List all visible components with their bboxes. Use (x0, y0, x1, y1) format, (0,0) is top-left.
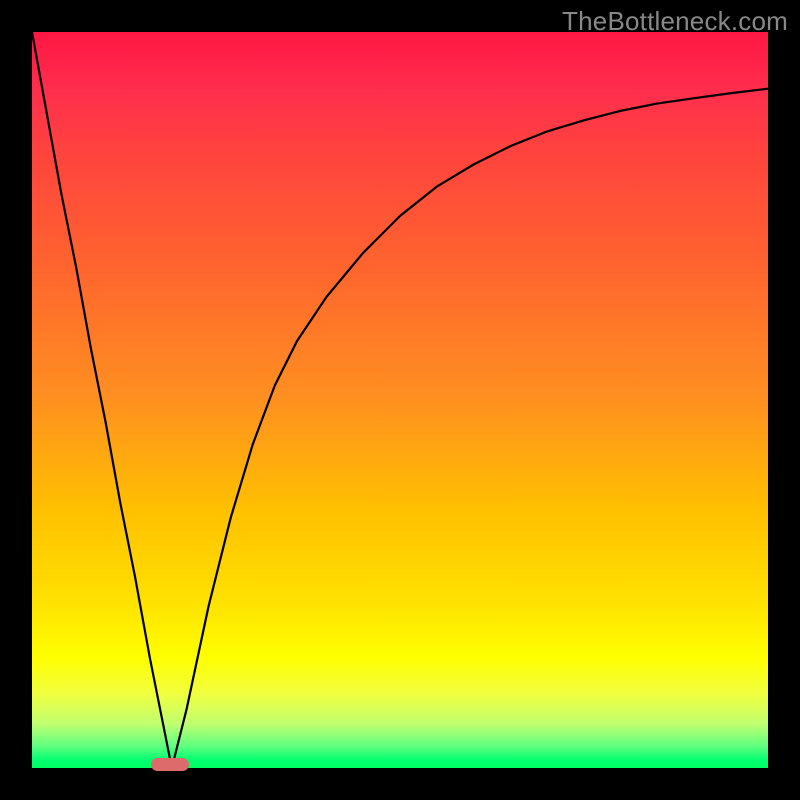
watermark-text: TheBottleneck.com (562, 6, 788, 37)
gradient-background (32, 32, 768, 768)
bottleneck-marker (151, 758, 189, 771)
chart-frame: TheBottleneck.com (0, 0, 800, 800)
